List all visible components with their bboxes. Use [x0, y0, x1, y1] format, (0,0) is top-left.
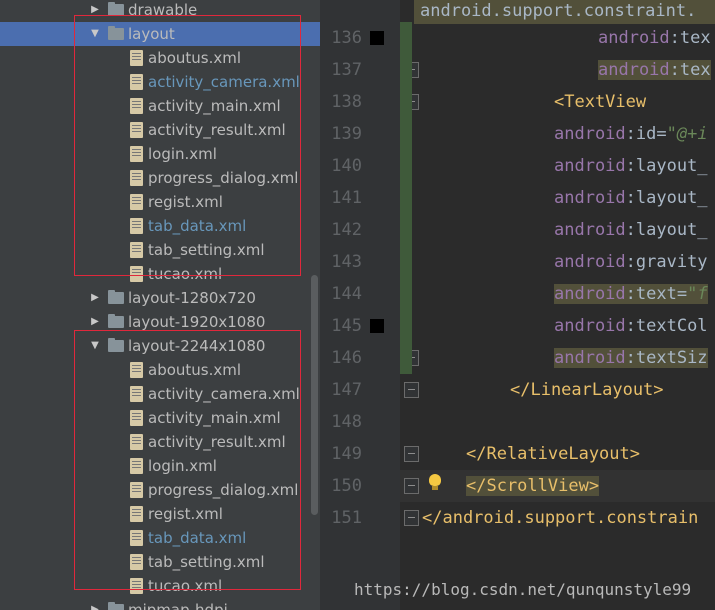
code-line[interactable]: android:textSiz [412, 342, 708, 374]
code-token: </LinearLayout> [510, 380, 664, 400]
vcs-change-bar[interactable] [400, 22, 412, 374]
code-line[interactable]: </RelativeLayout> [412, 438, 640, 470]
lightbulb-icon[interactable] [429, 474, 441, 490]
tree-folder-label: mipmap-hdpi [128, 601, 228, 610]
tree-folder[interactable]: ▶ layout-1280x720 [0, 286, 320, 310]
code-token: android [598, 28, 670, 48]
line-number: 141 [331, 188, 362, 208]
folder-icon [108, 314, 124, 328]
line-number: 148 [331, 412, 362, 432]
code-line[interactable]: android:layout_ [412, 182, 708, 214]
code-token: :tex [669, 60, 711, 80]
line-number: 151 [331, 508, 362, 528]
code-token: :layout_ [625, 220, 708, 240]
code-token: android [554, 284, 626, 304]
tree-folder-label: layout-1280x720 [128, 289, 256, 307]
line-number: 145 [331, 316, 362, 336]
code-line[interactable]: </ScrollView> [412, 470, 600, 502]
code-token: </ScrollView> [466, 476, 600, 496]
code-token: android [554, 124, 626, 144]
bookmark-icon[interactable] [370, 319, 384, 333]
code-token: </android.support.constrain [422, 508, 699, 528]
code-token: android [554, 220, 626, 240]
code-line[interactable]: android:tex [412, 22, 711, 54]
code-token: </RelativeLayout> [466, 444, 640, 464]
line-number: 149 [331, 444, 362, 464]
watermark: https://blog.csdn.net/qunqunstyle99 [354, 580, 692, 599]
code-token: :textSiz [625, 348, 708, 368]
code-line[interactable]: android:id="@+i [412, 118, 708, 150]
line-number: 138 [331, 92, 362, 112]
code-token: :layout_ [625, 188, 708, 208]
code-token: :tex [669, 28, 711, 48]
code-token: android [554, 156, 626, 176]
code-token: :id= [625, 124, 667, 144]
line-number: 142 [331, 220, 362, 240]
project-tree-scrollbar[interactable] [311, 275, 318, 515]
code-line[interactable]: android:layout_ [412, 214, 708, 246]
code-token: <TextView [554, 92, 647, 112]
line-number: 137 [331, 60, 362, 80]
code-line[interactable]: <TextView [412, 86, 646, 118]
line-number: 146 [331, 348, 362, 368]
line-number: 136 [331, 28, 362, 48]
code-line-top: android.support.constraint. [414, 0, 715, 24]
code-line[interactable]: android:textCol [412, 310, 708, 342]
code-line[interactable]: android:gravity [412, 246, 708, 278]
code-token: :gravity [625, 252, 708, 272]
bookmark-icon[interactable] [370, 31, 384, 45]
collapse-arrow-icon[interactable]: ▶ [89, 598, 101, 610]
code-token: android [598, 60, 670, 80]
highlight-box-layout-2244x1080 [74, 330, 301, 590]
code-token: android [554, 188, 626, 208]
line-number: 140 [331, 156, 362, 176]
code-token: android [554, 348, 626, 368]
code-token: :text= [625, 284, 688, 304]
collapse-arrow-icon[interactable]: ▶ [89, 286, 101, 310]
code-line[interactable]: android:layout_ [412, 150, 708, 182]
code-line[interactable]: </android.support.constrain [412, 502, 698, 534]
folder-icon [108, 602, 124, 610]
code-line[interactable]: </LinearLayout> [412, 374, 664, 406]
code-token: "f [687, 284, 708, 304]
code-line[interactable]: android:tex [412, 54, 711, 86]
code-token: :layout_ [625, 156, 708, 176]
code-token: android [554, 316, 626, 336]
line-number: 147 [331, 380, 362, 400]
code-token: "@+i [666, 124, 708, 144]
line-number: 150 [331, 476, 362, 496]
line-number: 143 [331, 252, 362, 272]
line-number: 139 [331, 124, 362, 144]
tree-folder[interactable]: ▶ mipmap-hdpi [0, 598, 320, 610]
highlight-box-layout [74, 15, 301, 276]
folder-icon [108, 290, 124, 304]
code-line[interactable]: android:text="f [412, 278, 708, 310]
code-token: :textCol [625, 316, 708, 336]
line-number: 144 [331, 284, 362, 304]
code-token: android [554, 252, 626, 272]
